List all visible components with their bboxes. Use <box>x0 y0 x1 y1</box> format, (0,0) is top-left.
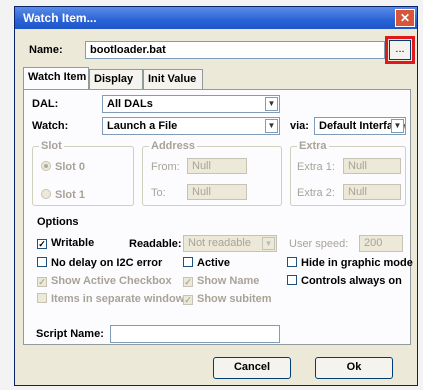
name-input[interactable]: bootloader.bat <box>85 41 385 59</box>
from-label: From: <box>151 161 180 173</box>
extra-1-input[interactable]: Null <box>343 158 401 174</box>
dialog-title: Watch Item... <box>23 11 97 25</box>
tab-display[interactable]: Display <box>89 69 143 89</box>
checkbox-icon <box>37 293 47 303</box>
hide-graphic-label: Hide in graphic mode <box>301 257 413 269</box>
watch-label: Watch: <box>32 120 69 132</box>
close-icon[interactable]: ✕ <box>395 9 415 27</box>
show-name-checkbox[interactable]: ✓ Show Name <box>183 275 259 287</box>
chevron-down-icon: ▼ <box>262 237 275 250</box>
items-separate-label: Items in separate window <box>51 293 185 305</box>
slot-1-radio[interactable]: Slot 1 <box>41 189 85 201</box>
options-group-title: Options <box>35 216 81 228</box>
watch-value: Launch a File <box>107 120 178 132</box>
user-speed-label: User speed: <box>289 238 349 250</box>
user-speed-input[interactable]: 200 <box>359 235 403 252</box>
cancel-button[interactable]: Cancel <box>213 357 291 379</box>
slot-0-label: Slot 0 <box>55 161 85 173</box>
address-group-title: Address <box>149 140 198 152</box>
check-icon: ✓ <box>37 239 47 249</box>
from-input[interactable]: Null <box>187 158 247 174</box>
readable-select[interactable]: Not readable ▼ <box>183 235 277 252</box>
active-checkbox[interactable]: Active <box>183 257 230 269</box>
extra-2-label: Extra 2: <box>297 187 335 199</box>
check-icon: ✓ <box>183 295 193 305</box>
slot-group-title: Slot <box>39 140 64 152</box>
extra-1-label: Extra 1: <box>297 161 335 173</box>
tab-watch-item[interactable]: Watch Item <box>23 67 89 89</box>
show-name-label: Show Name <box>197 275 260 287</box>
slot-group: Slot Slot 0 Slot 1 <box>32 140 134 206</box>
ok-button[interactable]: Ok <box>315 357 393 379</box>
no-delay-checkbox[interactable]: No delay on I2C error <box>37 257 162 269</box>
show-active-label: Show Active Checkbox <box>51 275 172 287</box>
slot-1-label: Slot 1 <box>55 189 85 201</box>
watch-select[interactable]: Launch a File ▼ <box>102 117 280 135</box>
chevron-down-icon: ▼ <box>265 97 278 111</box>
radio-icon <box>41 161 51 171</box>
extra-group: Extra Extra 1: Null Extra 2: Null <box>290 140 406 206</box>
writable-label: Writable <box>51 237 95 249</box>
extra-group-title: Extra <box>297 140 329 152</box>
script-name-input[interactable] <box>110 325 280 343</box>
chevron-down-icon: ▼ <box>265 119 278 133</box>
tab-init-value[interactable]: Init Value <box>143 69 203 89</box>
check-icon: ✓ <box>183 277 193 287</box>
writable-checkbox[interactable]: ✓ Writable <box>37 237 94 249</box>
dal-select[interactable]: All DALs ▼ <box>102 95 280 113</box>
controls-always-on-label: Controls always on <box>301 275 402 287</box>
checkbox-icon <box>287 275 297 285</box>
script-name-label: Script Name: <box>36 328 104 340</box>
options-group: Options ✓ Writable Readable: Not readable… <box>32 216 413 306</box>
via-select[interactable]: Default Interface ▼ <box>314 117 406 135</box>
address-group: Address From: Null To: Null <box>142 140 282 206</box>
extra-2-input[interactable]: Null <box>343 184 401 200</box>
title-bar[interactable]: Watch Item... ✕ <box>15 7 417 29</box>
radio-icon <box>41 189 51 199</box>
readable-value: Not readable <box>188 237 251 249</box>
items-separate-checkbox[interactable]: Items in separate window <box>37 293 184 305</box>
checkbox-icon <box>287 257 297 267</box>
hide-graphic-checkbox[interactable]: Hide in graphic mode <box>287 257 413 269</box>
to-label: To: <box>151 187 166 199</box>
dal-label: DAL: <box>32 98 59 110</box>
watch-item-panel: DAL: All DALs ▼ Watch: Launch a File ▼ v… <box>23 89 413 345</box>
show-subitem-label: Show subitem <box>197 293 272 305</box>
checkbox-icon <box>37 257 47 267</box>
slot-0-radio[interactable]: Slot 0 <box>41 161 85 173</box>
check-icon: ✓ <box>37 277 47 287</box>
to-input[interactable]: Null <box>187 184 247 200</box>
show-subitem-checkbox[interactable]: ✓ Show subitem <box>183 293 272 305</box>
checkbox-icon <box>183 257 193 267</box>
readable-label: Readable: <box>129 238 182 250</box>
show-active-checkbox[interactable]: ✓ Show Active Checkbox <box>37 275 172 287</box>
active-label: Active <box>197 257 231 269</box>
watch-item-dialog: Watch Item... ✕ Name: bootloader.bat ...… <box>14 6 418 386</box>
no-delay-label: No delay on I2C error <box>51 257 163 269</box>
highlight-box <box>385 36 415 64</box>
via-label: via: <box>290 120 309 132</box>
chevron-down-icon: ▼ <box>391 119 404 133</box>
name-label: Name: <box>29 44 63 56</box>
controls-always-on-checkbox[interactable]: Controls always on <box>287 275 402 287</box>
dal-value: All DALs <box>107 98 153 110</box>
